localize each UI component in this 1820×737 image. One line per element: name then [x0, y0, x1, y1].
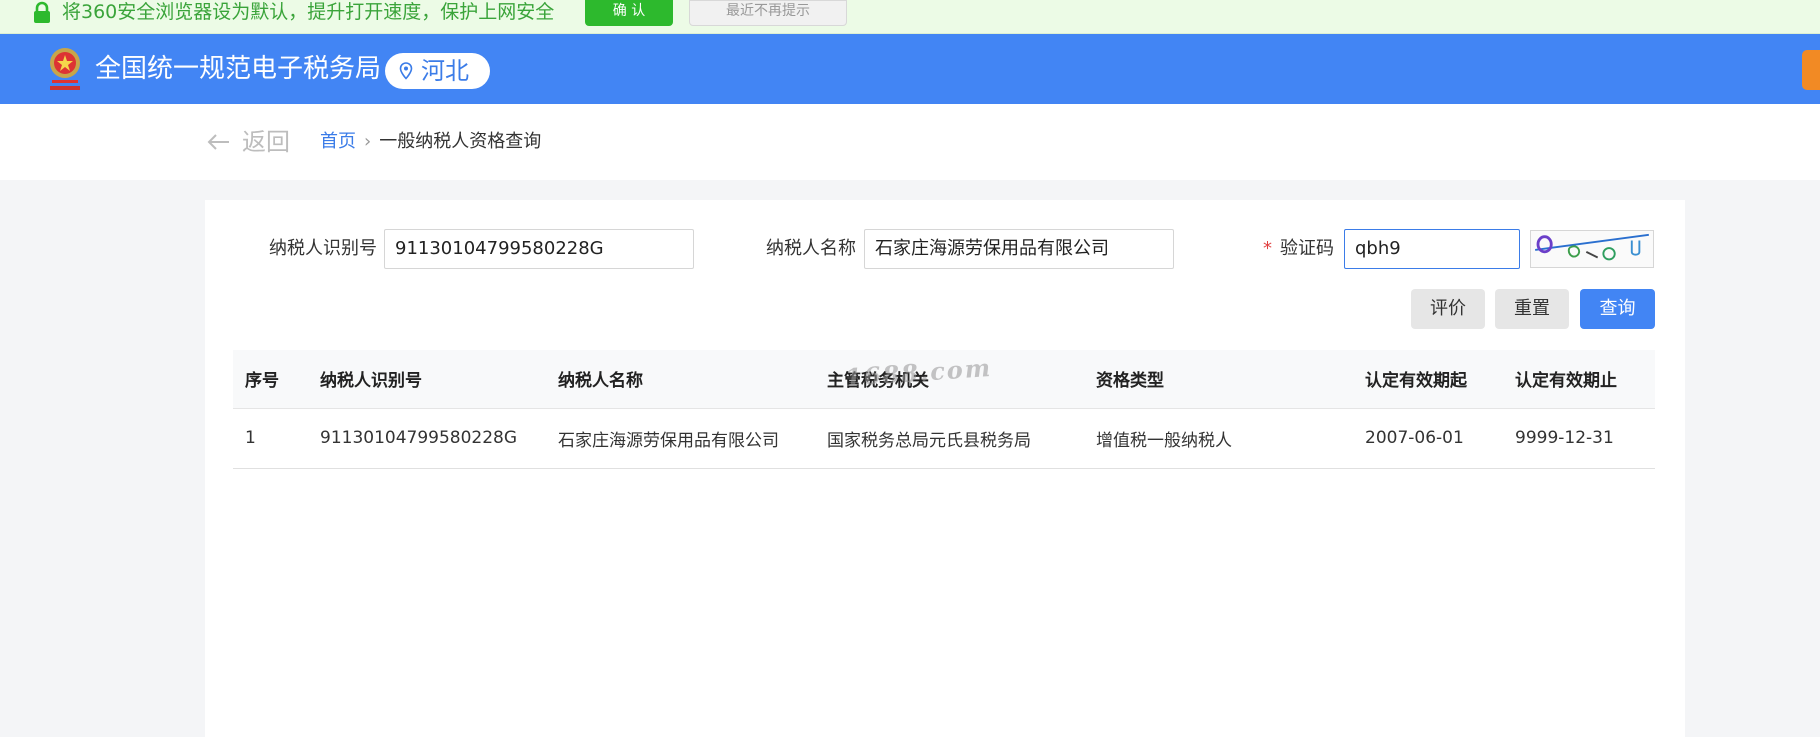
taxpayer-id-input[interactable]: 91130104799580228G [384, 229, 694, 269]
cell-qualification-type: 增值税一般纳税人 [1084, 408, 1353, 469]
col-header-valid-to: 认定有效期止 [1503, 350, 1655, 409]
region-label: 河北 [421, 57, 469, 85]
taxpayer-id-label: 纳税人识别号 [269, 238, 377, 259]
header-side-tab[interactable] [1802, 50, 1820, 90]
col-header-valid-from: 认定有效期起 [1353, 350, 1503, 409]
evaluate-button[interactable]: 评价 [1411, 289, 1485, 329]
region-selector[interactable]: 河北 [385, 53, 490, 89]
back-label: 返回 [242, 128, 290, 156]
captcha-input[interactable]: qbh9 [1344, 229, 1520, 269]
captcha-label-text2: 验证码 [1280, 238, 1334, 259]
taxpayer-name-label: 纳税人名称 [766, 238, 856, 259]
cell-taxpayer-name: 石家庄海源劳保用品有限公司 [546, 408, 815, 469]
tax-emblem-icon [50, 48, 80, 90]
location-pin-icon [399, 62, 413, 80]
cell-tax-authority: 国家税务总局元氏县税务局 [815, 408, 1084, 469]
cell-valid-from: 2007-06-01 [1353, 408, 1503, 469]
breadcrumb-separator: › [364, 131, 372, 152]
col-header-qualification-type: 资格类型 [1084, 350, 1353, 409]
captcha-label: * 验证码 [1263, 237, 1334, 261]
reset-button[interactable]: 重置 [1495, 289, 1569, 329]
col-header-index: 序号 [233, 350, 308, 409]
notice-dismiss-button[interactable]: 最近不再提示 [689, 0, 847, 26]
required-mark: * [1263, 238, 1272, 259]
site-title[interactable]: 全国统一规范电子税务局 [95, 34, 381, 104]
notice-message: 将360安全浏览器设为默认，提升打开速度，保护上网安全 [62, 1, 555, 23]
cell-index: 1 [233, 408, 308, 469]
captcha-image[interactable] [1530, 230, 1654, 268]
cell-valid-to: 9999-12-31 [1503, 408, 1655, 469]
col-header-taxpayer-id: 纳税人识别号 [308, 350, 546, 409]
query-panel: 纳税人识别号 91130104799580228G 纳税人名称 石家庄海源劳保用… [205, 200, 1685, 737]
cell-taxpayer-id: 91130104799580228G [308, 408, 546, 469]
breadcrumb-home[interactable]: 首页 [320, 131, 356, 152]
notice-confirm-button[interactable]: 确 认 [585, 0, 673, 26]
back-button[interactable]: 返回 [206, 126, 290, 158]
breadcrumb: 首页 › 一般纳税人资格查询 [320, 128, 541, 156]
lock-icon [34, 1, 50, 23]
taxpayer-name-input[interactable]: 石家庄海源劳保用品有限公司 [864, 229, 1174, 269]
back-arrow-icon [207, 134, 229, 150]
site-header: 全国统一规范电子税务局 河北 [0, 34, 1820, 104]
breadcrumb-bar: 返回 首页 › 一般纳税人资格查询 [0, 104, 1820, 180]
query-button[interactable]: 查询 [1580, 289, 1655, 329]
table-row: 1 91130104799580228G 石家庄海源劳保用品有限公司 国家税务总… [233, 408, 1655, 469]
col-header-taxpayer-name: 纳税人名称 [546, 350, 815, 409]
breadcrumb-current: 一般纳税人资格查询 [379, 131, 542, 152]
browser-notice-bar: 将360安全浏览器设为默认，提升打开速度，保护上网安全 确 认 最近不再提示 [0, 0, 1820, 34]
